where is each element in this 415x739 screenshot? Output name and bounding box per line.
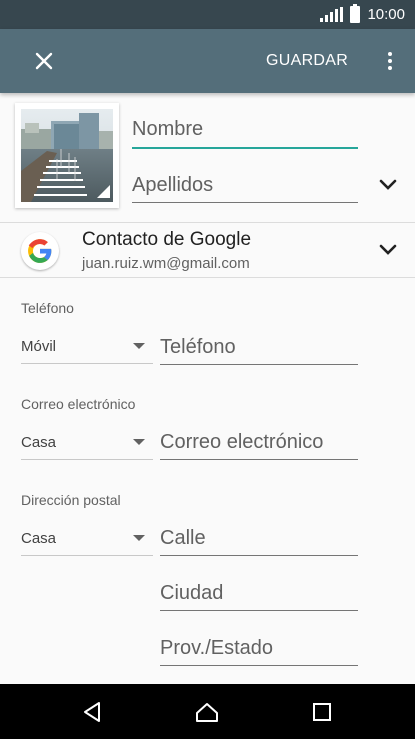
city-input[interactable] — [160, 577, 358, 610]
contact-photo-image — [21, 109, 113, 202]
last-name-field[interactable] — [132, 168, 358, 203]
google-icon — [21, 232, 59, 270]
contact-photo[interactable] — [15, 103, 119, 208]
phone-section-label: Teléfono — [21, 300, 74, 316]
status-time: 10:00 — [367, 6, 405, 23]
last-name-input[interactable] — [132, 168, 358, 202]
address-section-label: Dirección postal — [21, 492, 121, 508]
divider — [0, 277, 415, 278]
navigation-bar — [0, 684, 415, 739]
phone-field[interactable] — [160, 331, 358, 365]
phone-type-select[interactable]: Móvil — [21, 334, 153, 364]
signal-icon — [320, 7, 344, 22]
more-options-icon[interactable] — [376, 41, 404, 81]
email-input[interactable] — [160, 426, 358, 459]
email-type-value: Casa — [21, 434, 57, 451]
account-selector[interactable]: Contacto de Google juan.ruiz.wm@gmail.co… — [0, 223, 415, 277]
first-name-field[interactable] — [132, 112, 358, 149]
phone-type-value: Móvil — [21, 338, 57, 355]
home-icon — [196, 703, 218, 722]
recents-icon — [313, 703, 331, 721]
street-input[interactable] — [160, 522, 358, 555]
state-input[interactable] — [160, 632, 358, 665]
first-name-input[interactable] — [132, 112, 358, 147]
back-button[interactable] — [72, 692, 112, 732]
close-icon — [35, 52, 53, 70]
home-button[interactable] — [187, 692, 227, 732]
address-type-value: Casa — [21, 530, 57, 547]
dropdown-arrow-icon — [133, 535, 145, 541]
back-icon — [84, 702, 100, 722]
street-field[interactable] — [160, 522, 358, 556]
battery-icon — [350, 4, 361, 23]
account-expand-button[interactable] — [374, 236, 402, 264]
dropdown-arrow-icon — [133, 343, 145, 349]
chevron-down-icon — [379, 179, 397, 190]
app-bar: GUARDAR — [0, 29, 415, 93]
expand-name-button[interactable] — [374, 171, 402, 199]
status-bar: 10:00 — [0, 0, 415, 29]
email-section-label: Correo electrónico — [21, 396, 136, 412]
account-email: juan.ruiz.wm@gmail.com — [82, 255, 250, 272]
state-field[interactable] — [160, 632, 358, 666]
email-type-select[interactable]: Casa — [21, 430, 153, 460]
recents-button[interactable] — [302, 692, 342, 732]
address-type-select[interactable]: Casa — [21, 526, 153, 556]
city-field[interactable] — [160, 577, 358, 611]
status-icons: 10:00 — [320, 0, 405, 29]
save-button[interactable]: GUARDAR — [258, 45, 356, 77]
dropdown-arrow-icon — [133, 439, 145, 445]
phone-input[interactable] — [160, 331, 358, 364]
email-field[interactable] — [160, 426, 358, 460]
account-title: Contacto de Google — [82, 229, 252, 250]
chevron-down-icon — [379, 244, 397, 255]
close-button[interactable] — [24, 41, 64, 81]
